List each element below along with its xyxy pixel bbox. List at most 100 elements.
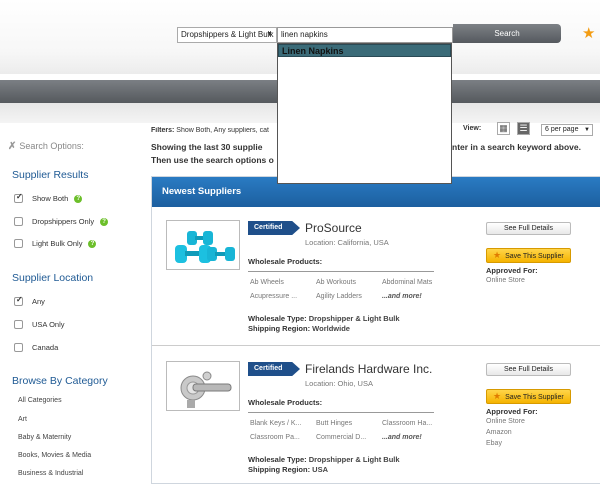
- help-icon[interactable]: ?: [100, 217, 109, 226]
- filter-label: Light Bulk Only: [32, 239, 83, 248]
- approved-for-label: Approved For:: [486, 407, 538, 416]
- grid-view-icon[interactable]: ▦: [497, 122, 510, 135]
- supplier-card: Certified Firelands Hardware Inc. Locati…: [152, 345, 600, 483]
- checkbox[interactable]: [14, 217, 23, 226]
- location-usa-only[interactable]: USA Only: [14, 320, 65, 329]
- star-icon: ★: [493, 250, 502, 260]
- newest-suppliers-panel: Newest Suppliers Certified ProSource Loc…: [151, 176, 600, 484]
- category-select-value: Dropshippers & Light Bulk: [181, 30, 274, 39]
- category-link[interactable]: Books, Movies & Media: [18, 452, 91, 459]
- product-link[interactable]: Acupressure ...: [250, 293, 297, 300]
- certified-badge: Certified: [248, 221, 300, 235]
- checkbox[interactable]: [14, 192, 23, 203]
- chevron-down-icon: ▼: [266, 31, 273, 38]
- supplier-location: Location: California, USA: [305, 238, 389, 247]
- per-page-value: 6 per page: [545, 126, 579, 133]
- approved-for-label: Approved For:: [486, 266, 538, 275]
- shipping-region-value: USA: [312, 465, 329, 474]
- save-supplier-button[interactable]: ★ Save This Supplier: [486, 248, 571, 263]
- checkbox[interactable]: [14, 320, 23, 329]
- showing-text-line1-b: nter in a search keyword above.: [452, 142, 581, 152]
- filter-show-both[interactable]: Show Both ?: [14, 192, 83, 203]
- help-icon[interactable]: ?: [88, 239, 97, 248]
- category-link[interactable]: Business & Industrial: [18, 470, 83, 477]
- shipping-region: Shipping Region: Worldwide: [248, 324, 350, 333]
- category-select[interactable]: Dropshippers & Light Bulk ▼: [177, 27, 277, 43]
- per-page-select[interactable]: 6 per page ▼: [541, 124, 593, 136]
- see-full-details-button[interactable]: See Full Details: [486, 222, 571, 235]
- view-label: View:: [463, 125, 482, 132]
- wholesale-type: Wholesale Type: Dropshipper & Light Bulk: [248, 455, 400, 464]
- product-link[interactable]: Abdominal Mats: [382, 279, 432, 286]
- category-link[interactable]: Baby & Maternity: [18, 434, 71, 441]
- wholesale-products-label: Wholesale Products:: [248, 398, 323, 407]
- dumbbell-image: [175, 231, 235, 263]
- shipping-region: Shipping Region: USA: [248, 465, 328, 474]
- autocomplete-suggestion[interactable]: Linen Napkins: [278, 44, 451, 57]
- filter-light-bulk-only[interactable]: Light Bulk Only ?: [14, 239, 97, 248]
- more-products-link[interactable]: ...and more!: [382, 434, 422, 441]
- search-button[interactable]: Search: [453, 24, 561, 43]
- filter-label: Show Both: [32, 194, 69, 203]
- filters-text: Show Both, Any suppliers, cat: [176, 127, 269, 134]
- approved-item: Amazon: [486, 429, 512, 436]
- approved-item: Online Store: [486, 277, 525, 284]
- search-options-text: Search Options:: [19, 141, 84, 151]
- product-link[interactable]: Ab Wheels: [250, 279, 284, 286]
- product-link[interactable]: Blank Keys / K...: [250, 420, 301, 427]
- product-link[interactable]: Commercial D...: [316, 434, 366, 441]
- save-label: Save This Supplier: [505, 253, 564, 260]
- location-any[interactable]: Any: [14, 295, 45, 306]
- shipping-region-label: Shipping Region:: [248, 465, 311, 474]
- door-lever-image: [180, 371, 232, 408]
- product-link[interactable]: Classroom Pa...: [250, 434, 300, 441]
- approved-item: Ebay: [486, 440, 502, 447]
- category-link[interactable]: Art: [18, 416, 27, 423]
- save-label: Save This Supplier: [505, 394, 564, 401]
- shipping-region-value: Worldwide: [312, 324, 350, 333]
- sidebar: ✗Search Options: Supplier Results Show B…: [0, 123, 138, 484]
- filter-label: Dropshippers Only: [32, 217, 95, 226]
- search-input[interactable]: linen napkins: [277, 27, 453, 43]
- wholesale-products-label: Wholesale Products:: [248, 257, 323, 266]
- wholesale-type-value: Dropshipper & Light Bulk: [308, 314, 400, 323]
- product-link[interactable]: Classroom Ha...: [382, 420, 432, 427]
- more-products-link[interactable]: ...and more!: [382, 293, 422, 300]
- wholesale-type: Wholesale Type: Dropshipper & Light Bulk: [248, 314, 400, 323]
- supplier-name[interactable]: ProSource: [305, 221, 362, 235]
- see-full-details-button[interactable]: See Full Details: [486, 363, 571, 376]
- star-icon: ★: [493, 391, 502, 401]
- autocomplete-dropdown: Linen Napkins: [277, 43, 452, 184]
- product-link[interactable]: Agility Ladders: [316, 293, 362, 300]
- chevron-down-icon: ▼: [584, 127, 590, 133]
- location-label: Any: [32, 297, 45, 306]
- filter-dropshippers-only[interactable]: Dropshippers Only ?: [14, 217, 109, 226]
- checkbox[interactable]: [14, 343, 23, 352]
- showing-text-line1-a: Showing the last 30 supplie: [151, 142, 263, 152]
- star-icon[interactable]: ★: [582, 26, 595, 42]
- location-canada[interactable]: Canada: [14, 343, 58, 352]
- product-image[interactable]: [166, 220, 240, 270]
- supplier-location: Location: Ohio, USA: [305, 379, 373, 388]
- category-link[interactable]: All Categories: [18, 397, 62, 404]
- wholesale-type-value: Dropshipper & Light Bulk: [308, 455, 400, 464]
- showing-text-line2: Then use the search options o: [151, 155, 274, 165]
- divider: [248, 271, 434, 272]
- checkbox[interactable]: [14, 295, 23, 306]
- filters-summary: Filters: Show Both, Any suppliers, cat: [151, 127, 277, 134]
- supplier-name[interactable]: Firelands Hardware Inc.: [305, 362, 432, 376]
- search-options-label: ✗ Search Options:: [8, 141, 84, 152]
- product-link[interactable]: Butt Hinges: [316, 420, 352, 427]
- list-view-icon[interactable]: ☰: [517, 122, 530, 135]
- location-label: USA Only: [32, 320, 65, 329]
- product-link[interactable]: Ab Workouts: [316, 279, 356, 286]
- checkbox[interactable]: [14, 239, 23, 248]
- location-label: Canada: [32, 343, 59, 352]
- save-supplier-button[interactable]: ★ Save This Supplier: [486, 389, 571, 404]
- supplier-card: Certified ProSource Location: California…: [152, 207, 600, 345]
- supplier-results-heading: Supplier Results: [12, 169, 89, 181]
- help-icon[interactable]: ?: [74, 194, 83, 203]
- product-image[interactable]: [166, 361, 240, 411]
- filters-label: Filters:: [151, 127, 175, 134]
- approved-item: Online Store: [486, 418, 525, 425]
